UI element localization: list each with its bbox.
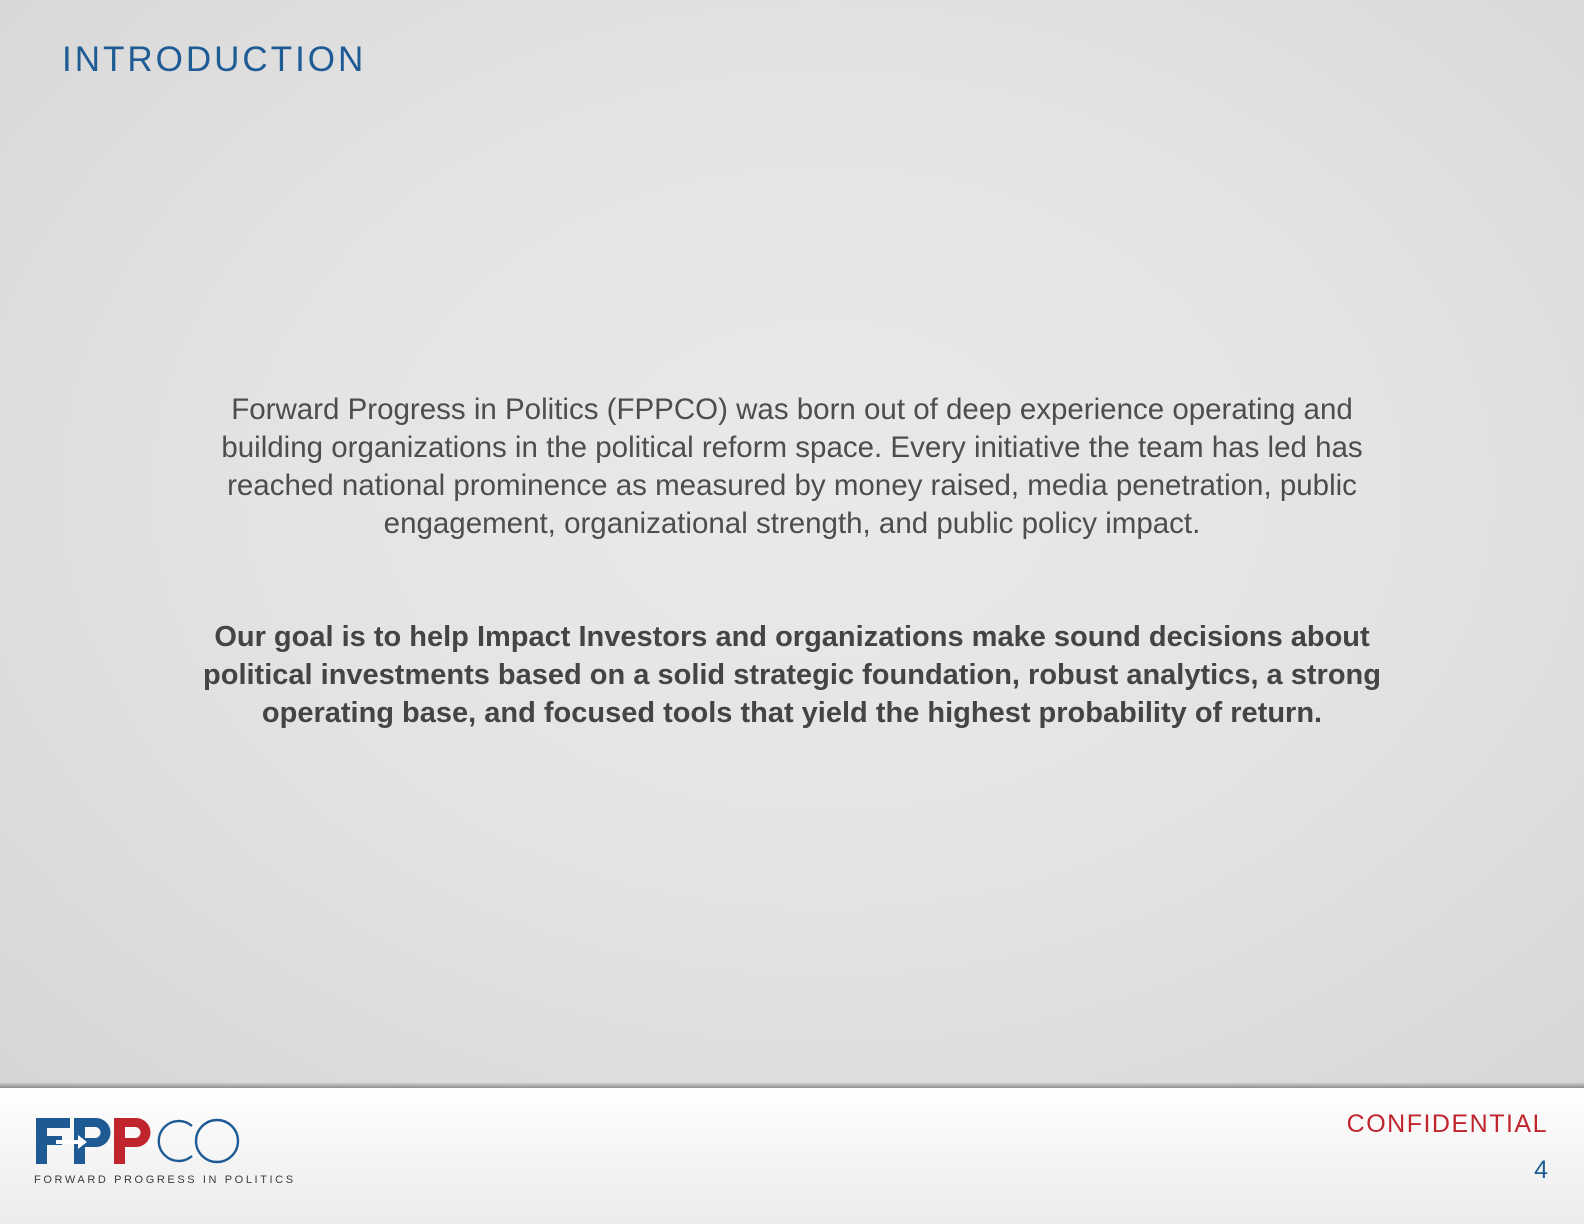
footer: FORWARD PROGRESS IN POLITICS CONFIDENTIA…	[0, 1088, 1584, 1224]
goal-paragraph: Our goal is to help Impact Investors and…	[203, 621, 1381, 729]
fppco-logo-mark	[36, 1118, 240, 1164]
intro-paragraph: Forward Progress in Politics (FPPCO) was…	[221, 393, 1363, 540]
page-number: 4	[1534, 1156, 1548, 1184]
logo-tagline: FORWARD PROGRESS IN POLITICS	[34, 1174, 296, 1186]
section-title: INTRODUCTION	[62, 40, 367, 79]
slide-body: INTRODUCTION Forward Progress in Politic…	[0, 0, 1584, 1088]
fppco-logo: FORWARD PROGRESS IN POLITICS	[34, 1114, 293, 1194]
confidential-label: CONFIDENTIAL	[1346, 1110, 1548, 1138]
